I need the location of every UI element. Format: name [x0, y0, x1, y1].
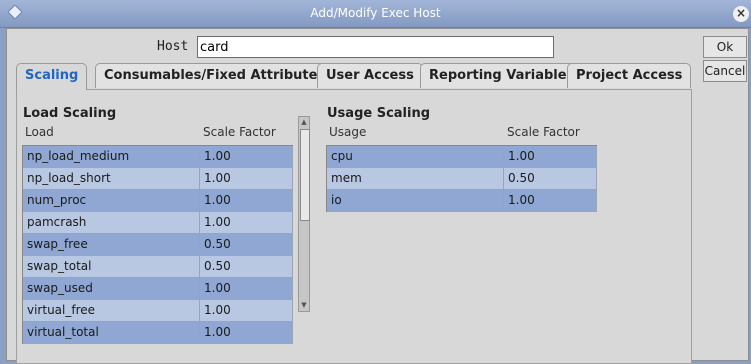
tab-reporting-variables[interactable]: Reporting Variables [420, 63, 584, 88]
tab-consumables[interactable]: Consumables/Fixed Attributes [95, 63, 335, 88]
scaling-panel: Load Scaling Load Scale Factor np_load_m… [16, 89, 692, 364]
host-input[interactable]: card [197, 36, 554, 58]
load-table-scrollbar[interactable]: ▲ ▼ [298, 116, 310, 312]
load-column-header: Load [25, 125, 54, 139]
close-icon[interactable]: × [733, 6, 749, 22]
load-scale-factor-header: Scale Factor [203, 125, 276, 139]
window-title: Add/Modify Exec Host [310, 6, 441, 20]
table-row[interactable]: np_load_short 1.00 [23, 168, 293, 190]
table-row[interactable]: virtual_free 1.00 [23, 300, 293, 322]
table-row[interactable]: cpu 1.00 [327, 146, 597, 168]
scroll-up-icon[interactable]: ▲ [300, 118, 308, 127]
scroll-down-icon[interactable]: ▼ [300, 301, 308, 310]
table-row[interactable]: np_load_medium 1.00 [23, 146, 293, 168]
usage-scaling-title: Usage Scaling [327, 106, 431, 121]
host-label: Host [157, 39, 189, 54]
tab-scaling[interactable]: Scaling [16, 63, 88, 90]
tab-container: Scaling Consumables/Fixed Attributes Use… [16, 63, 694, 364]
usage-scaling-table[interactable]: cpu 1.00 mem 0.50 io 1.00 [326, 145, 597, 212]
scroll-thumb[interactable] [300, 129, 310, 221]
usage-scale-factor-header: Scale Factor [507, 125, 580, 139]
table-row[interactable]: swap_used 1.00 [23, 278, 293, 300]
table-row[interactable]: io 1.00 [327, 190, 597, 212]
table-row[interactable]: mem 0.50 [327, 168, 597, 190]
cancel-button[interactable]: Cancel [703, 60, 747, 82]
ok-button[interactable]: Ok [703, 36, 747, 58]
table-row[interactable]: swap_total 0.50 [23, 256, 293, 278]
table-row[interactable]: swap_free 0.50 [23, 234, 293, 256]
load-scaling-title: Load Scaling [23, 106, 117, 121]
table-row[interactable]: num_proc 1.00 [23, 190, 293, 212]
tab-user-access[interactable]: User Access [317, 63, 423, 88]
usage-column-header: Usage [329, 125, 367, 139]
table-row[interactable]: pamcrash 1.00 [23, 212, 293, 234]
title-bar[interactable]: Add/Modify Exec Host × [0, 0, 751, 28]
dialog-body: Host card Ok Cancel Scaling Consumables/… [6, 28, 749, 364]
table-row[interactable]: virtual_total 1.00 [23, 322, 293, 344]
tab-project-access[interactable]: Project Access [567, 63, 692, 88]
load-scaling-table[interactable]: np_load_medium 1.00 np_load_short 1.00 num… [22, 145, 293, 344]
